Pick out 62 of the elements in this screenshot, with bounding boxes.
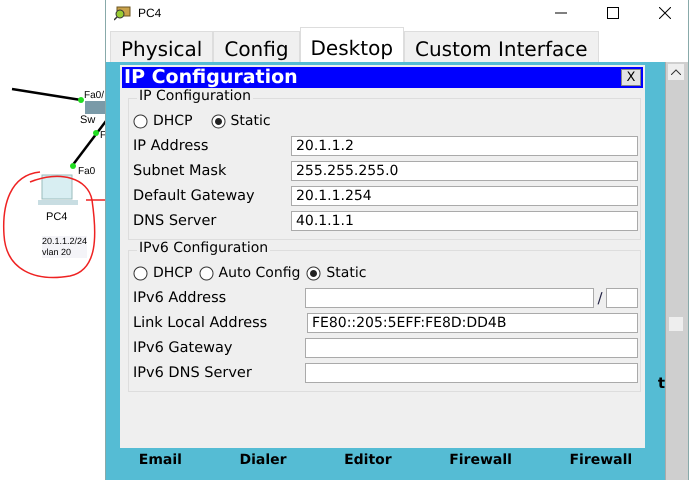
radio-label[interactable]: DHCP (153, 113, 193, 129)
field-label: IPv6 Address (133, 290, 228, 306)
input-field[interactable] (305, 338, 638, 358)
link-dot (70, 163, 76, 169)
link-dot (93, 130, 99, 136)
device-label: Sw (80, 114, 96, 126)
tab[interactable]: Physical (110, 31, 214, 62)
field-label: Subnet Mask (133, 162, 228, 178)
field-label: IP Address (133, 138, 210, 154)
radio-button[interactable] (133, 114, 148, 128)
radio-button[interactable] (210, 114, 226, 128)
computer-icon (38, 174, 78, 205)
app-label[interactable]: Dialer (239, 452, 287, 468)
field-label: IPv6 DNS Server (133, 364, 253, 380)
cable-line (12, 88, 82, 102)
input-field[interactable]: 20.1.1.2 (291, 136, 638, 156)
input-field[interactable] (305, 362, 638, 382)
port-label: Fa0/ (84, 90, 104, 101)
slash-separator: / (596, 288, 604, 306)
input-field[interactable]: FE80::205:5EFF:FE8D:DD4B (307, 312, 638, 332)
radio-button[interactable] (306, 266, 322, 280)
port-label: Fa0 (78, 166, 96, 177)
close-button[interactable]: X (621, 69, 641, 86)
app-label[interactable]: Editor (344, 452, 392, 468)
tab[interactable]: Desktop (300, 27, 404, 62)
group-title: IPv6 Configuration (137, 240, 270, 256)
radio-button[interactable] (198, 266, 214, 280)
vlan-label: vlan 20 (42, 247, 72, 258)
input-field[interactable] (305, 288, 594, 308)
minimize-icon (555, 12, 567, 14)
app-label[interactable]: t (658, 374, 665, 392)
scroll-thumb[interactable] (669, 317, 683, 331)
app-label[interactable]: Firewall (449, 452, 512, 468)
input-field[interactable]: 40.1.1.1 (291, 210, 638, 230)
scroll-up-icon[interactable] (671, 69, 681, 75)
switch-icon (85, 101, 105, 114)
scrollbar[interactable] (665, 62, 688, 480)
field-label: IPv6 Gateway (133, 340, 234, 356)
field-label: DNS Server (133, 212, 218, 228)
input-field[interactable]: 20.1.1.254 (291, 186, 638, 206)
radio-label[interactable]: Static (230, 113, 271, 129)
app-label[interactable]: Firewall (569, 452, 632, 468)
window-title: PC4 (138, 6, 162, 20)
app-icon (114, 5, 132, 21)
radio-label[interactable]: DHCP (153, 265, 193, 281)
tab[interactable]: Custom Interface (404, 31, 599, 62)
group-title: IP Configuration (137, 88, 253, 104)
tab[interactable]: Config (213, 31, 300, 62)
close-icon (659, 7, 671, 19)
link-dot (78, 97, 84, 103)
radio-label[interactable]: Auto Config (218, 265, 300, 281)
radio-button[interactable] (133, 266, 148, 280)
dialog-title: IP Configuration (123, 67, 298, 88)
field-label: Default Gateway (133, 188, 256, 204)
app-label[interactable]: Email (138, 452, 182, 468)
field-label: Link Local Address (133, 314, 268, 330)
address-label: 20.1.1.2/24 (42, 236, 88, 247)
radio-label[interactable]: Static (326, 265, 366, 281)
input-field[interactable]: 255.255.255.0 (291, 160, 638, 180)
device-label: PC4 (46, 211, 68, 223)
prefix-field[interactable] (606, 288, 638, 308)
maximize-icon (607, 7, 619, 19)
